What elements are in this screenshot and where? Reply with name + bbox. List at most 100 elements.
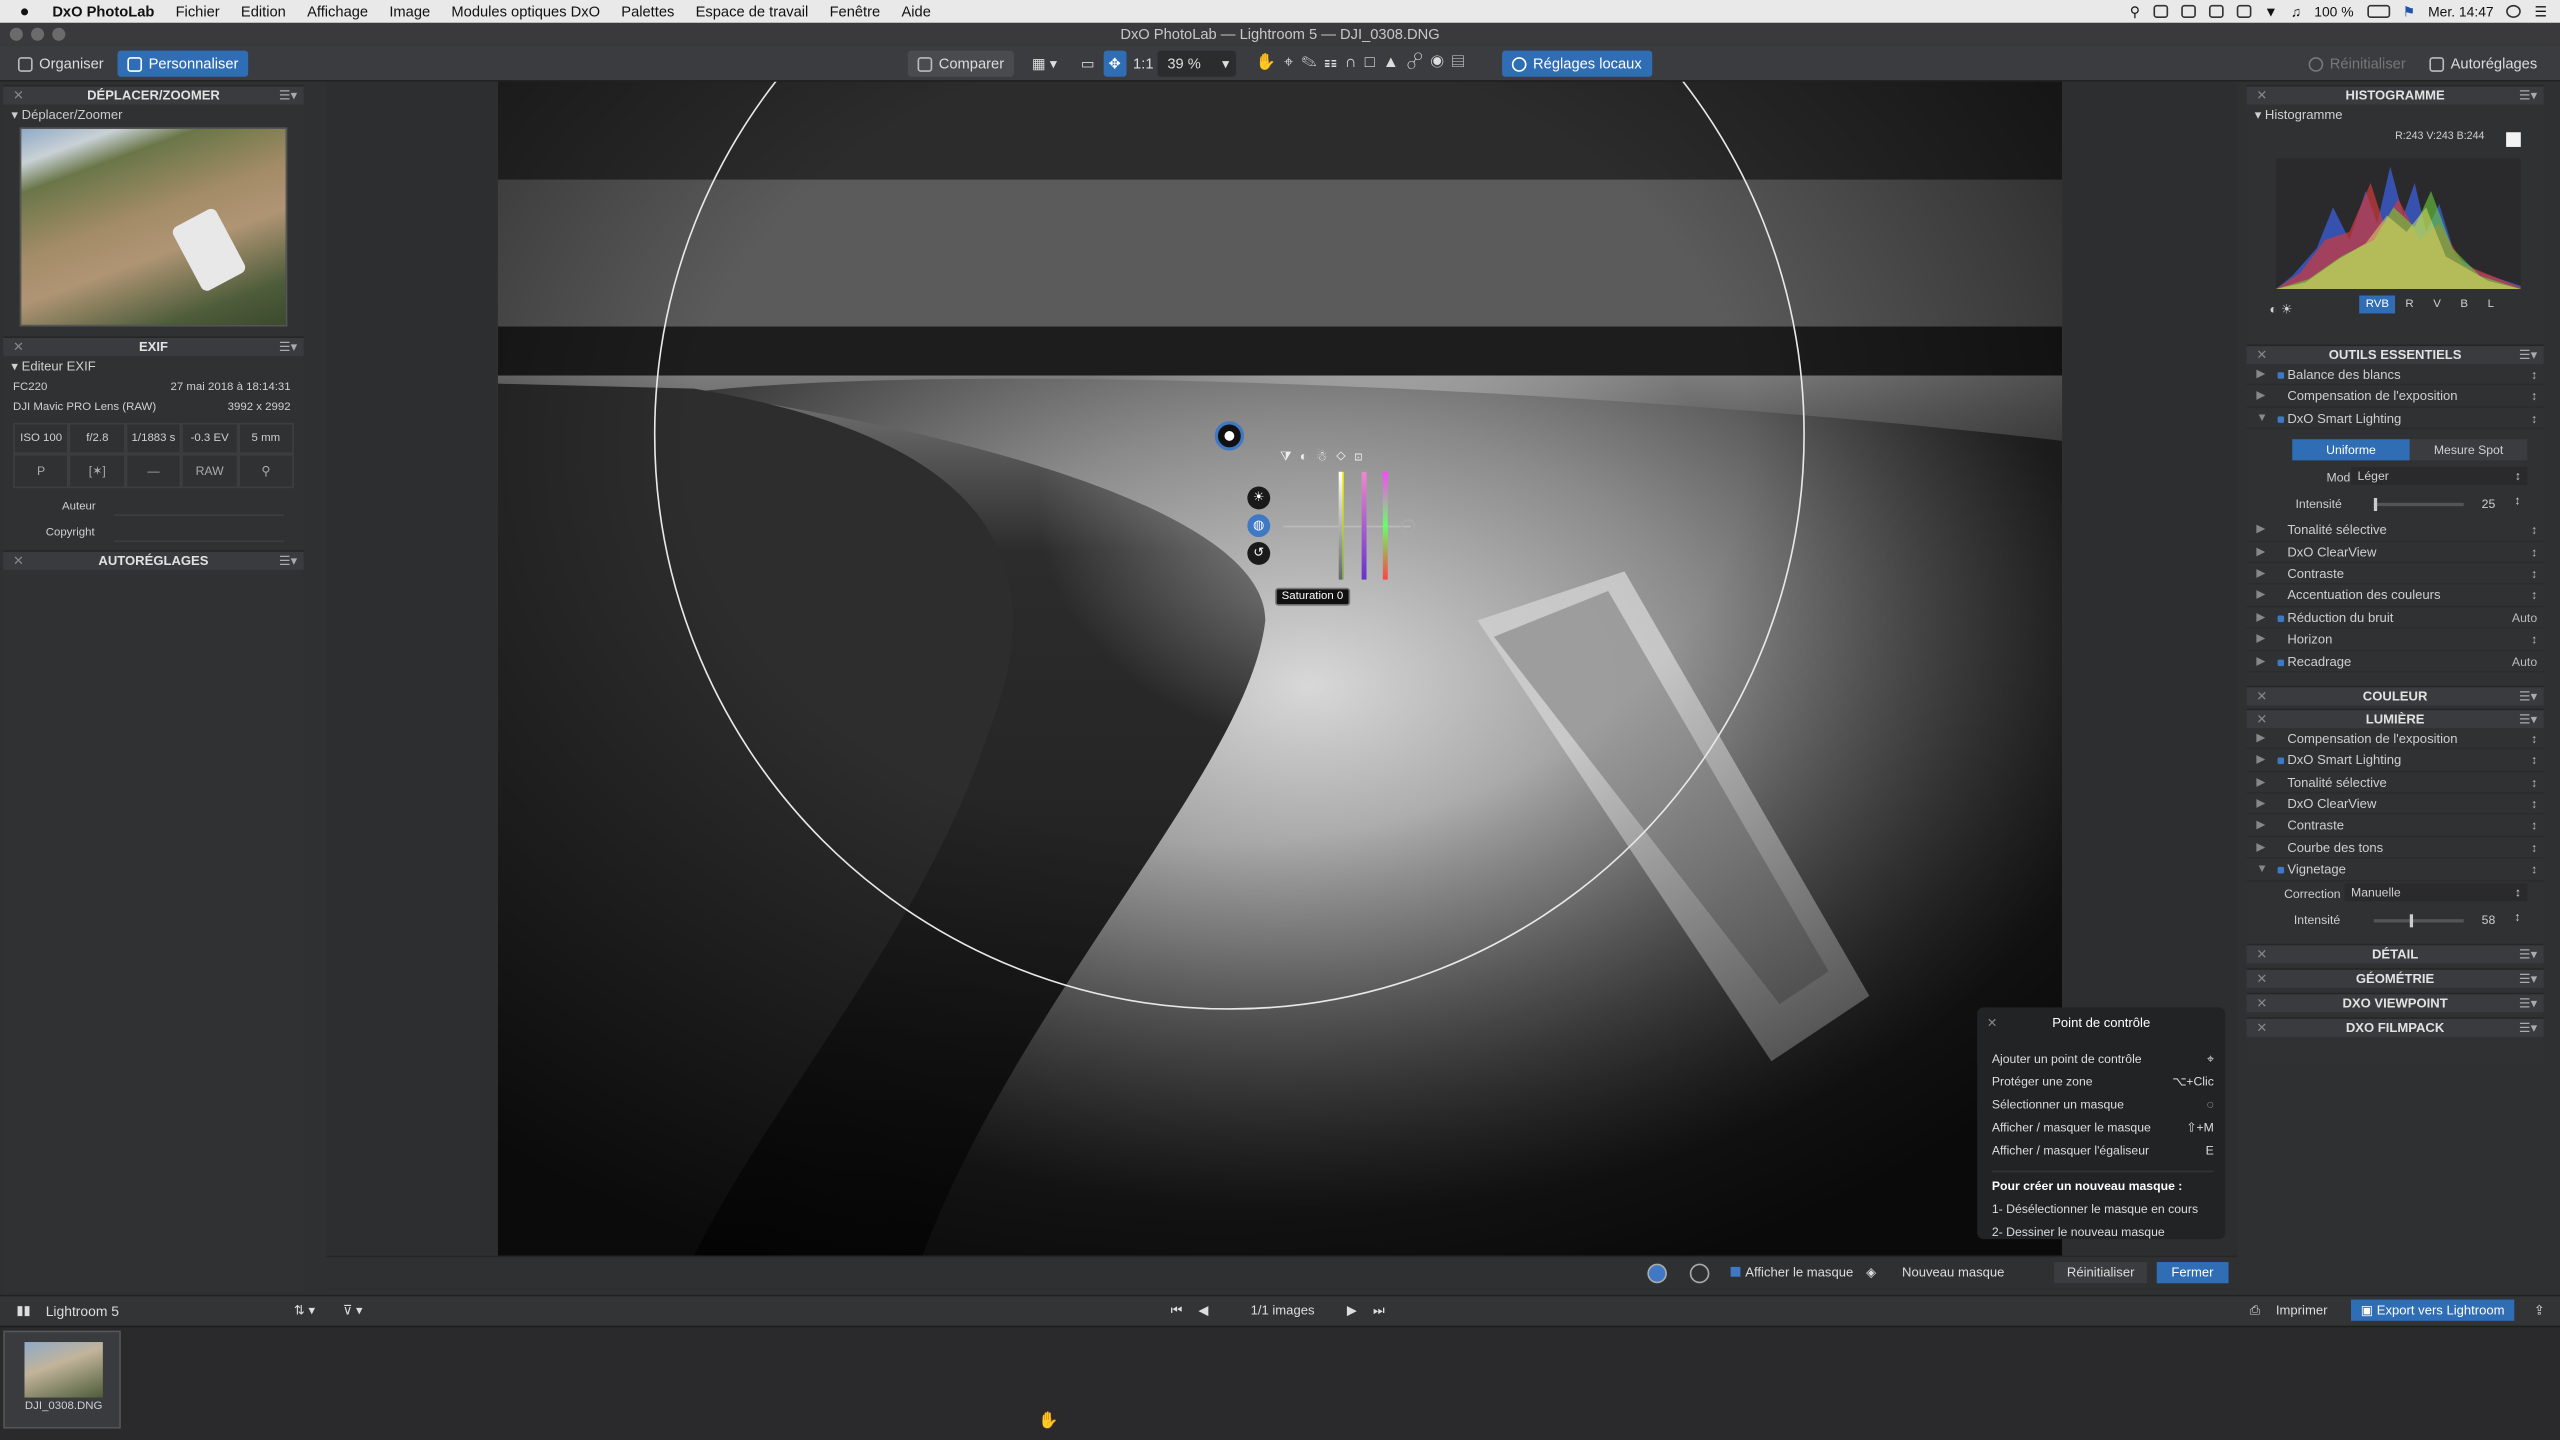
screen-icon[interactable] [2236, 4, 2251, 18]
local-adjustments-button[interactable]: Réglages locaux [1502, 50, 1652, 77]
menu-affichage[interactable]: Affichage [307, 3, 368, 19]
navigator-thumbnail[interactable] [19, 127, 288, 327]
author-field[interactable] [114, 496, 285, 516]
thumbnail-card[interactable]: DJI_0308.DNG [3, 1330, 121, 1429]
apple-icon[interactable]: ● [20, 2, 30, 20]
next-image-icon[interactable]: ▶ [1347, 1303, 1357, 1318]
mode-select[interactable]: Léger ↕ [2351, 467, 2528, 486]
channel-b[interactable]: B [2451, 296, 2478, 314]
zoom-window-button[interactable] [52, 27, 66, 41]
clock[interactable]: Mer. 14:47 [2428, 3, 2494, 19]
vign-intensity-value[interactable]: 58 [2482, 912, 2496, 927]
personnaliser-tab[interactable]: Personnaliser [117, 50, 249, 77]
menu-icon[interactable]: ☰▾ [2519, 945, 2537, 965]
close-icon[interactable]: ✕ [2256, 687, 2267, 707]
lum-smart-lighting[interactable]: ▶ DxO Smart Lighting ↕ [2246, 750, 2544, 772]
menu-icon[interactable]: ☰▾ [2519, 87, 2537, 107]
lum-contraste[interactable]: ▶ Contraste ↕ [2246, 815, 2544, 838]
lum-clearview[interactable]: ▶ DxO ClearView ↕ [2246, 794, 2544, 816]
lum-courbe[interactable]: ▶ Courbe des tons ↕ [2246, 837, 2544, 860]
menu-espace[interactable]: Espace de travail [696, 3, 809, 19]
photo-canvas[interactable] [497, 81, 2063, 1256]
print-button[interactable]: Imprimer [2276, 1303, 2328, 1318]
close-local-button[interactable]: Fermer [2156, 1262, 2229, 1284]
exif-editor-subhead[interactable]: ▾ Editeur EXIF [3, 356, 303, 377]
slider-thumb[interactable] [2409, 913, 2414, 927]
copyright-field[interactable] [114, 522, 285, 543]
stepper-icon[interactable]: ↕ [2514, 493, 2520, 508]
last-image-icon[interactable]: ⏭ [1373, 1303, 1385, 1319]
sort-icon[interactable]: ⇅ ▾ [294, 1303, 315, 1318]
menu-modules[interactable]: Modules optiques DxO [451, 3, 600, 19]
vign-intensity-slider[interactable] [2373, 913, 2464, 927]
menu-aide[interactable]: Aide [901, 3, 930, 19]
channel-v[interactable]: V [2423, 296, 2450, 314]
channel-l[interactable]: L [2478, 296, 2504, 314]
menu-icon[interactable]: ☰▾ [2519, 687, 2537, 707]
close-icon[interactable]: ✕ [2256, 994, 2267, 1014]
intensity-slider[interactable] [2373, 498, 2464, 512]
histogram-subhead[interactable]: ▾ Histogramme [2247, 104, 2544, 125]
thumbnail-image[interactable] [24, 1342, 103, 1398]
battery-text[interactable]: 100 % [2314, 3, 2353, 19]
battery-icon[interactable] [2366, 4, 2390, 18]
local-tools-icons[interactable]: ✋⌖✎☷∩□▲☍◉▤ [1246, 51, 1482, 77]
close-icon[interactable]: ✕ [13, 87, 24, 107]
close-icon[interactable]: ✕ [2256, 710, 2267, 730]
tool-exposure[interactable]: ▶ Compensation de l'exposition ↕ [2246, 386, 2544, 408]
equalizer-icons[interactable]: ⧩◐☃◇⊡ [1280, 449, 1394, 472]
filmstrip-toggle-icon[interactable]: ▮▮ [16, 1303, 30, 1318]
equalizer-sliders[interactable] [1283, 471, 1420, 583]
histogram-header[interactable]: ✕ HISTOGRAMME ☰▾ [2246, 84, 2544, 107]
layout-icon[interactable]: ▦ ▾ [1022, 51, 1067, 77]
close-popup-icon[interactable]: ✕ [1987, 1016, 1997, 1031]
menu-icon[interactable]: ☰▾ [2519, 346, 2537, 366]
new-mask-button[interactable]: Nouveau masque [1902, 1265, 2004, 1280]
lum-exposure[interactable]: ▶ Compensation de l'exposition ↕ [2246, 728, 2544, 750]
previous-image-icon[interactable]: ◀ [1198, 1303, 1208, 1318]
menu-icon[interactable]: ☰▾ [2519, 994, 2537, 1014]
lum-vignetage[interactable]: ▼ Vignetage ↕ [2246, 859, 2544, 882]
control-point-mode-icon[interactable] [1647, 1263, 1667, 1284]
menu-icon[interactable]: ☰▾ [279, 552, 297, 572]
channel-rgb[interactable]: RVB [2359, 295, 2396, 314]
print-icon[interactable]: ⎙ [2250, 1303, 2260, 1319]
show-mask-checkbox[interactable] [1730, 1266, 1741, 1277]
share-icon[interactable]: ⇪ [2534, 1303, 2545, 1318]
minimize-window-button[interactable] [31, 27, 45, 41]
exif-header[interactable]: ✕ EXIF ☰▾ [3, 336, 304, 358]
compare-button[interactable]: Comparer [907, 50, 1014, 77]
tool-contraste[interactable]: ▶ Contraste ↕ [2246, 563, 2544, 586]
menu-icon[interactable]: ☰▾ [279, 338, 297, 358]
menu-icon[interactable]: ☰▾ [2519, 969, 2537, 989]
menu-palettes[interactable]: Palettes [621, 3, 674, 19]
close-icon[interactable]: ✕ [2256, 1018, 2267, 1038]
filmpack-header[interactable]: ✕ DXO FILMPACK ☰▾ [2246, 1016, 2544, 1038]
close-window-button[interactable] [9, 27, 23, 41]
detail-header[interactable]: ✕ DÉTAIL ☰▾ [2246, 943, 2544, 965]
menu-edition[interactable]: Edition [241, 3, 286, 19]
search-icon[interactable]: ⚲ [2130, 2, 2140, 20]
essentials-header[interactable]: ✕ OUTILS ESSENTIELS ☰▾ [2246, 344, 2544, 366]
move-zoom-header[interactable]: ✕ DÉPLACER/ZOOMER ☰▾ [3, 84, 304, 107]
viewpoint-header[interactable]: ✕ DXO VIEWPOINT ☰▾ [2246, 992, 2544, 1014]
tool-accentuation[interactable]: ▶ Accentuation des couleurs ↕ [2246, 585, 2544, 607]
siri-icon[interactable] [2506, 4, 2522, 18]
tool-recadrage[interactable]: ▶ Recadrage Auto [2246, 651, 2544, 673]
close-icon[interactable]: ✕ [13, 338, 24, 358]
correction-select[interactable]: Manuelle ↕ [2344, 882, 2528, 901]
tool-tonalite[interactable]: ▶ Tonalité sélective ↕ [2246, 519, 2544, 542]
local-reset-button[interactable]: Réinitialiser [2053, 1262, 2148, 1284]
volume-icon[interactable]: ♫ [2291, 3, 2301, 19]
geometrie-header[interactable]: ✕ GÉOMÉTRIE ☰▾ [2246, 967, 2544, 989]
folder-icon[interactable] [2180, 4, 2196, 18]
close-icon[interactable]: ✕ [13, 552, 24, 572]
slider-thumb[interactable] [2373, 498, 2378, 512]
menu-app-name[interactable]: DxO PhotoLab [52, 3, 154, 19]
lum-tonalite[interactable]: ▶ Tonalité sélective ↕ [2246, 772, 2544, 794]
export-lightroom-button[interactable]: ▣ Export vers Lightroom [2351, 1299, 2515, 1321]
couleur-header[interactable]: ✕ COULEUR ☰▾ [2246, 685, 2544, 707]
wifi-icon[interactable]: ▼ [2264, 3, 2278, 19]
control-point-handle[interactable] [1214, 421, 1245, 451]
lock-icon[interactable]: ◍ [1247, 514, 1271, 538]
